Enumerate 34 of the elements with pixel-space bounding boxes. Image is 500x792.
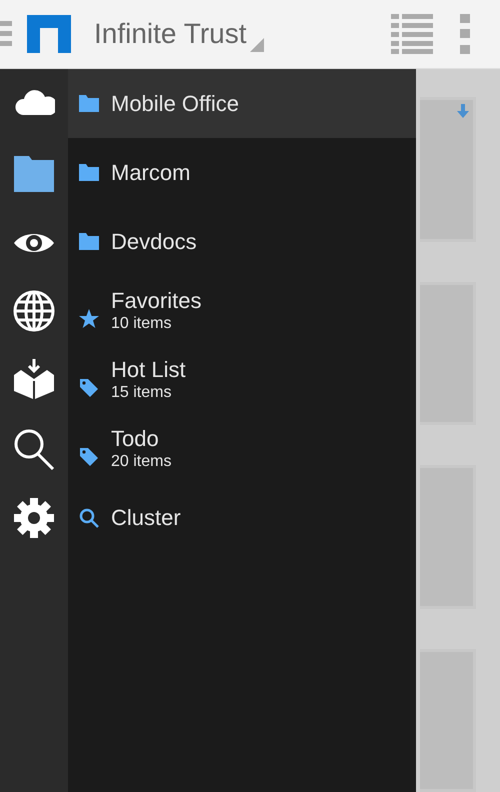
folder-icon <box>78 230 100 252</box>
drawer-item[interactable]: Marcom <box>68 138 416 207</box>
item-label: Todo <box>111 424 160 452</box>
workspace-dropdown[interactable]: Infinite Trust <box>94 14 264 54</box>
drawer-item[interactable]: Todo 20 items <box>68 414 416 483</box>
item-label: Devdocs <box>111 228 197 256</box>
globe-icon <box>13 290 55 332</box>
item-label: Favorites <box>111 286 202 314</box>
star-icon <box>78 308 100 330</box>
drawer-item[interactable]: Mobile Office <box>68 69 416 138</box>
settings-icon <box>13 496 55 538</box>
search-icon <box>13 428 55 470</box>
tag-icon <box>78 446 100 468</box>
drawer-item[interactable]: Devdocs <box>68 207 416 276</box>
logo-icon <box>27 15 71 53</box>
search-icon <box>78 506 100 528</box>
item-count: 15 items <box>111 383 172 404</box>
workspace-title: Infinite Trust <box>94 20 247 48</box>
download-icon <box>457 104 469 118</box>
drawer-item[interactable]: Hot List 15 items <box>68 345 416 414</box>
tag-icon <box>78 376 100 398</box>
item-count: 10 items <box>111 314 172 334</box>
folder-icon <box>78 162 100 184</box>
dropdown-triangle-icon <box>250 38 264 52</box>
item-count: 20 items <box>111 452 172 472</box>
item-label: Marcom <box>111 158 190 186</box>
item-label: Cluster <box>111 504 181 532</box>
box-download-icon <box>13 358 55 400</box>
drawer-item[interactable]: Cluster <box>68 483 416 552</box>
item-label: Mobile Office <box>111 90 239 118</box>
drag-handle-icon[interactable] <box>0 19 14 49</box>
drawer-item[interactable]: Favorites 10 items <box>68 276 416 345</box>
item-label: Hot List <box>111 356 186 384</box>
folder-icon <box>78 92 100 114</box>
